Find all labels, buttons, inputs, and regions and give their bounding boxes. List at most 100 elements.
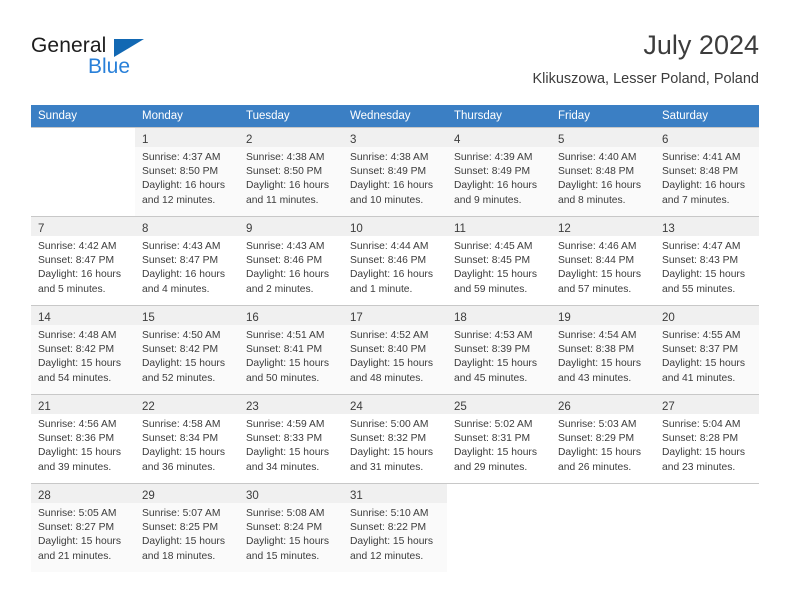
day-detail-line: Sunrise: 4:47 AM [662, 241, 741, 252]
calendar-day-5[interactable]: 5 Sunrise: 4:40 AM Sunset: 8:48 PM Daylight… [551, 127, 655, 216]
calendar-day-3[interactable]: 3 Sunrise: 4:38 AM Sunset: 8:49 PM Daylight… [343, 127, 447, 216]
day-details: Sunrise: 4:45 AM Sunset: 8:45 PM Daylight:… [447, 236, 551, 297]
day-details: Sunrise: 4:55 AM Sunset: 8:37 PM Daylight:… [655, 325, 759, 386]
calendar-day-19[interactable]: 19 Sunrise: 4:54 AM Sunset: 8:38 PM Dayligh… [551, 305, 655, 394]
calendar-cell: 21 Sunrise: 4:56 AM Sunset: 8:36 PM Dayligh… [31, 394, 135, 483]
day-number-bar: 8 [135, 217, 239, 236]
day-number: 11 [454, 223, 466, 235]
calendar-day-31[interactable]: 31 Sunrise: 5:10 AM Sunset: 8:22 PM Dayligh… [343, 483, 447, 572]
calendar-table: Sunday Monday Tuesday Wednesday Thursday Frid… [31, 105, 759, 572]
calendar-day-29[interactable]: 29 Sunrise: 5:07 AM Sunset: 8:25 PM Dayligh… [135, 483, 239, 572]
calendar-day-14[interactable]: 14 Sunrise: 4:48 AM Sunset: 8:42 PM Dayligh… [31, 305, 135, 394]
calendar-day-9[interactable]: 9 Sunrise: 4:43 AM Sunset: 8:46 PM Daylight… [239, 216, 343, 305]
day-detail-line: and 5 minutes. [38, 283, 106, 295]
day-detail-line: Sunrise: 4:44 AM [350, 241, 429, 252]
calendar-cell: 22 Sunrise: 4:58 AM Sunset: 8:34 PM Dayligh… [135, 394, 239, 483]
day-number-bar: 15 [135, 306, 239, 325]
day-details: Sunrise: 5:05 AM Sunset: 8:27 PM Daylight:… [31, 503, 135, 564]
day-details: Sunrise: 5:02 AM Sunset: 8:31 PM Daylight:… [447, 414, 551, 475]
calendar-day-25[interactable]: 25 Sunrise: 5:02 AM Sunset: 8:31 PM Dayligh… [447, 394, 551, 483]
day-details: Sunrise: 4:37 AM Sunset: 8:50 PM Daylight:… [135, 147, 239, 208]
day-detail-line: Daylight: 15 hours [38, 536, 121, 548]
day-detail-line: and 4 minutes. [142, 283, 210, 295]
day-detail-line: Sunset: 8:43 PM [662, 255, 739, 267]
day-detail-line: Sunrise: 4:42 AM [38, 241, 117, 252]
calendar-day-18[interactable]: 18 Sunrise: 4:53 AM Sunset: 8:39 PM Dayligh… [447, 305, 551, 394]
weekday-header-sunday: Sunday [31, 105, 135, 127]
calendar-week-row: 28 Sunrise: 5:05 AM Sunset: 8:27 PM Dayligh… [31, 483, 759, 572]
day-detail-line: Sunrise: 4:54 AM [558, 330, 637, 341]
day-number-bar: 16 [239, 306, 343, 325]
day-number-bar: 12 [551, 217, 655, 236]
day-detail-line: Daylight: 15 hours [38, 447, 121, 459]
day-detail-line: and 12 minutes. [142, 194, 216, 206]
calendar-day-4[interactable]: 4 Sunrise: 4:39 AM Sunset: 8:49 PM Daylight… [447, 127, 551, 216]
weekday-header-friday: Friday [551, 105, 655, 127]
logo-text-blue: Blue [88, 55, 131, 78]
day-details: Sunrise: 4:47 AM Sunset: 8:43 PM Daylight:… [655, 236, 759, 297]
day-number: 20 [662, 312, 675, 324]
day-detail-line: Sunset: 8:48 PM [558, 166, 635, 178]
day-number: 2 [246, 134, 253, 146]
calendar-day-15[interactable]: 15 Sunrise: 4:50 AM Sunset: 8:42 PM Dayligh… [135, 305, 239, 394]
day-detail-line: Sunset: 8:32 PM [350, 433, 427, 445]
calendar-day-7[interactable]: 7 Sunrise: 4:42 AM Sunset: 8:47 PM Daylight… [31, 216, 135, 305]
day-number-bar: 27 [655, 395, 759, 414]
calendar-day-27[interactable]: 27 Sunrise: 5:04 AM Sunset: 8:28 PM Dayligh… [655, 394, 759, 483]
calendar-day-13[interactable]: 13 Sunrise: 4:47 AM Sunset: 8:43 PM Dayligh… [655, 216, 759, 305]
day-number: 29 [142, 490, 155, 502]
day-number-bar: 17 [343, 306, 447, 325]
day-detail-line: Sunrise: 5:10 AM [350, 508, 429, 519]
calendar-day-10[interactable]: 10 Sunrise: 4:44 AM Sunset: 8:46 PM Dayligh… [343, 216, 447, 305]
day-detail-line: and 57 minutes. [558, 283, 632, 295]
calendar-cell: 4 Sunrise: 4:39 AM Sunset: 8:49 PM Daylight… [447, 127, 551, 216]
calendar-day-1[interactable]: 1 Sunrise: 4:37 AM Sunset: 8:50 PM Daylight… [135, 127, 239, 216]
calendar-day-26[interactable]: 26 Sunrise: 5:03 AM Sunset: 8:29 PM Dayligh… [551, 394, 655, 483]
day-number-bar: 3 [343, 128, 447, 147]
calendar-day-22[interactable]: 22 Sunrise: 4:58 AM Sunset: 8:34 PM Dayligh… [135, 394, 239, 483]
general-blue-logo[interactable]: General Blue [31, 34, 231, 92]
day-number-bar: 19 [551, 306, 655, 325]
calendar-day-23[interactable]: 23 Sunrise: 4:59 AM Sunset: 8:33 PM Dayligh… [239, 394, 343, 483]
weekday-header-saturday: Saturday [655, 105, 759, 127]
day-details: Sunrise: 4:38 AM Sunset: 8:49 PM Daylight:… [343, 147, 447, 208]
day-detail-line: Sunset: 8:28 PM [662, 433, 739, 445]
day-detail-line: Sunrise: 4:43 AM [246, 241, 325, 252]
calendar-day-21[interactable]: 21 Sunrise: 4:56 AM Sunset: 8:36 PM Dayligh… [31, 394, 135, 483]
day-detail-line: Daylight: 15 hours [558, 447, 641, 459]
calendar-day-28[interactable]: 28 Sunrise: 5:05 AM Sunset: 8:27 PM Dayligh… [31, 483, 135, 572]
day-detail-line: and 12 minutes. [350, 550, 424, 562]
calendar-day-empty [447, 483, 551, 572]
day-number-bar [655, 484, 759, 503]
calendar-day-8[interactable]: 8 Sunrise: 4:43 AM Sunset: 8:47 PM Daylight… [135, 216, 239, 305]
day-detail-line: Sunset: 8:49 PM [454, 166, 531, 178]
day-detail-line: Sunset: 8:22 PM [350, 522, 427, 534]
day-detail-line: and 31 minutes. [350, 461, 424, 473]
calendar-day-12[interactable]: 12 Sunrise: 4:46 AM Sunset: 8:44 PM Dayligh… [551, 216, 655, 305]
day-detail-line: Sunrise: 4:37 AM [142, 152, 221, 163]
day-detail-line: Sunrise: 4:38 AM [350, 152, 429, 163]
calendar-day-20[interactable]: 20 Sunrise: 4:55 AM Sunset: 8:37 PM Dayligh… [655, 305, 759, 394]
day-detail-line: Sunrise: 4:40 AM [558, 152, 637, 163]
day-details [447, 503, 551, 507]
day-detail-line: and 29 minutes. [454, 461, 528, 473]
day-detail-line: and 8 minutes. [558, 194, 626, 206]
day-detail-line: and 41 minutes. [662, 372, 736, 384]
day-detail-line: Sunset: 8:47 PM [38, 255, 115, 267]
day-detail-line: Daylight: 15 hours [662, 269, 745, 281]
day-detail-line: Daylight: 15 hours [558, 269, 641, 281]
day-number: 23 [246, 401, 259, 413]
day-details: Sunrise: 4:48 AM Sunset: 8:42 PM Daylight:… [31, 325, 135, 386]
calendar-day-17[interactable]: 17 Sunrise: 4:52 AM Sunset: 8:40 PM Dayligh… [343, 305, 447, 394]
day-detail-line: Daylight: 15 hours [350, 447, 433, 459]
calendar-day-6[interactable]: 6 Sunrise: 4:41 AM Sunset: 8:48 PM Daylight… [655, 127, 759, 216]
calendar-day-11[interactable]: 11 Sunrise: 4:45 AM Sunset: 8:45 PM Dayligh… [447, 216, 551, 305]
day-number-bar: 18 [447, 306, 551, 325]
calendar-day-24[interactable]: 24 Sunrise: 5:00 AM Sunset: 8:32 PM Dayligh… [343, 394, 447, 483]
day-number: 14 [38, 312, 51, 324]
calendar-day-30[interactable]: 30 Sunrise: 5:08 AM Sunset: 8:24 PM Dayligh… [239, 483, 343, 572]
calendar-cell: 8 Sunrise: 4:43 AM Sunset: 8:47 PM Daylight… [135, 216, 239, 305]
calendar-day-2[interactable]: 2 Sunrise: 4:38 AM Sunset: 8:50 PM Daylight… [239, 127, 343, 216]
calendar-day-16[interactable]: 16 Sunrise: 4:51 AM Sunset: 8:41 PM Dayligh… [239, 305, 343, 394]
day-detail-line: Sunrise: 4:58 AM [142, 419, 221, 430]
